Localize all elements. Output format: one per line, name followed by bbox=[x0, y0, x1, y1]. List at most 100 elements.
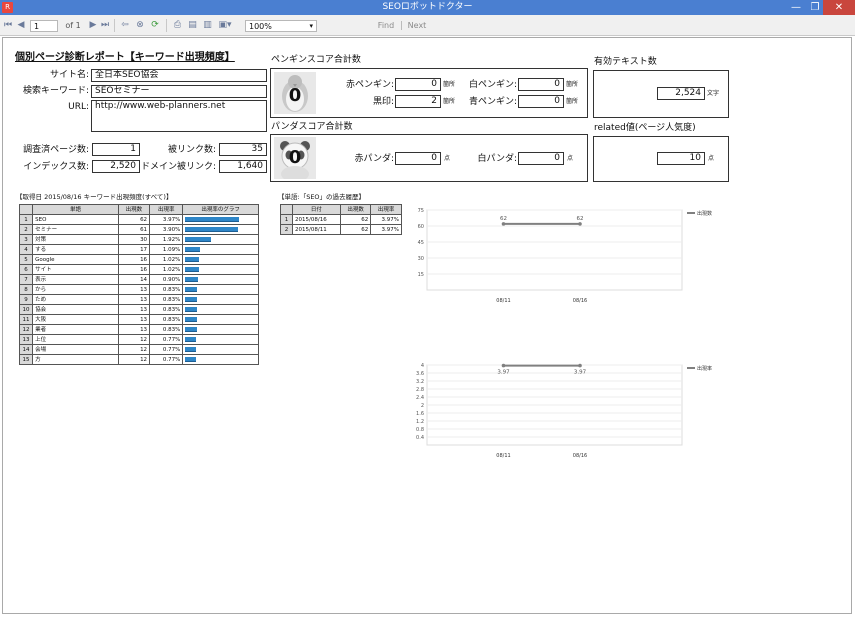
white-penguin-unit: 箇所 bbox=[566, 81, 579, 88]
rate-cell: 3.90% bbox=[149, 224, 184, 235]
red-penguin-label: 赤ペンギン: bbox=[345, 80, 394, 90]
count-cell: 13 bbox=[117, 304, 151, 315]
table-row: 14 会場 12 0.77% bbox=[18, 344, 259, 355]
stop-icon[interactable]: ⊗ bbox=[135, 19, 145, 32]
count-cell: 17 bbox=[117, 244, 151, 255]
next-page-icon[interactable]: ▶ bbox=[88, 19, 98, 32]
rate-bar bbox=[185, 257, 200, 262]
table-row: 8 から 13 0.83% bbox=[18, 284, 259, 295]
refresh-icon[interactable]: ⟳ bbox=[150, 19, 160, 32]
rate-cell: 1.02% bbox=[149, 254, 184, 265]
rate-cell: 0.83% bbox=[149, 294, 184, 305]
table-row: 9 ため 13 0.83% bbox=[18, 294, 259, 305]
data-point bbox=[501, 363, 506, 368]
last-page-icon[interactable]: ⏭ bbox=[100, 19, 110, 32]
rate-cell: 0.83% bbox=[149, 304, 184, 315]
row-index: 13 bbox=[18, 334, 34, 345]
blue-penguin-field: 0 bbox=[518, 95, 564, 108]
blue-penguin-unit: 箇所 bbox=[566, 98, 579, 105]
print-layout-icon[interactable]: ▤ bbox=[187, 19, 198, 32]
frequency-table: 単語 出現数 出現率 出現率のグラフ 1 SEO 62 3.97% 2 セミナー 61 3.9… bbox=[18, 204, 259, 365]
page-number-input[interactable]: 1 bbox=[30, 20, 58, 32]
y-tick-label: 1.2 bbox=[416, 419, 424, 425]
white-panda-label: 白パンダ: bbox=[477, 154, 517, 164]
rate-cell: 0.77% bbox=[149, 334, 184, 345]
data-label: 62 bbox=[577, 216, 584, 222]
rate-bar bbox=[185, 347, 196, 352]
row-index: 12 bbox=[18, 324, 34, 335]
y-tick-label: 2 bbox=[421, 403, 424, 409]
count-cell: 16 bbox=[117, 254, 151, 265]
site-name-label: サイト名: bbox=[49, 70, 89, 80]
count-cell: 13 bbox=[117, 314, 151, 325]
panda-score-title: パンダスコア合計数 bbox=[271, 122, 353, 132]
indexed-field: 2,520 bbox=[92, 160, 140, 173]
white-penguin-field: 0 bbox=[518, 78, 564, 91]
rate-bar bbox=[185, 217, 240, 222]
rate-cell: 1.92% bbox=[149, 234, 184, 245]
blue-penguin-label: 青ペンギン: bbox=[468, 97, 517, 107]
row-index: 1 bbox=[18, 214, 34, 225]
rate-cell: 3.97% bbox=[149, 214, 184, 225]
white-penguin-label: 白ペンギン: bbox=[468, 80, 517, 90]
col-count: 出現数 bbox=[339, 204, 372, 215]
url-field: http://www.web-planners.net bbox=[91, 100, 267, 132]
close-button[interactable]: ✕ bbox=[823, 0, 855, 15]
row-index: 7 bbox=[18, 274, 34, 285]
rate-graph-cell bbox=[182, 354, 259, 365]
first-page-icon[interactable]: ⏮ bbox=[3, 19, 13, 32]
rate-cell: 1.02% bbox=[149, 264, 184, 275]
export-icon[interactable]: ▣▾ bbox=[217, 19, 233, 32]
rate-graph-cell bbox=[182, 264, 259, 275]
data-point bbox=[578, 222, 582, 226]
row-index: 9 bbox=[18, 294, 34, 305]
rate-bar bbox=[185, 327, 197, 332]
table-row: 15 方 12 0.77% bbox=[18, 354, 259, 365]
page-setup-icon[interactable]: ▥ bbox=[202, 19, 213, 32]
valid-text-title: 有効テキスト数 bbox=[594, 57, 657, 67]
col-rate: 出現率 bbox=[149, 204, 184, 215]
word-cell: Google bbox=[32, 254, 119, 265]
minimize-button[interactable]: — bbox=[785, 0, 807, 15]
black-mark-field: 2 bbox=[395, 95, 441, 108]
rate-graph-cell bbox=[182, 324, 259, 335]
back-icon[interactable]: ⇦ bbox=[120, 19, 130, 32]
word-cell: 対策 bbox=[32, 234, 119, 245]
word-cell: 会場 bbox=[32, 344, 119, 355]
col-rate: 出現率 bbox=[370, 204, 402, 215]
find-link[interactable]: Find bbox=[374, 15, 398, 36]
frequency-table-title: 【取得日 2015/08/16 キーワード出現頻度(すべて)】 bbox=[16, 193, 173, 201]
page-count: of 1 bbox=[65, 21, 81, 30]
url-label: URL: bbox=[68, 102, 89, 112]
y-tick-label: 45 bbox=[418, 240, 424, 246]
data-label: 3.97 bbox=[497, 370, 510, 376]
prev-page-icon[interactable]: ◀ bbox=[16, 19, 26, 32]
domain-backlinks-field: 1,640 bbox=[219, 160, 267, 173]
rate-bar bbox=[185, 287, 197, 292]
word-cell: 上位 bbox=[32, 334, 119, 345]
table-row: 10 協会 13 0.83% bbox=[18, 304, 259, 315]
y-tick-label: 0.4 bbox=[416, 435, 424, 441]
x-tick-label: 08/11 bbox=[496, 298, 510, 304]
rate-cell: 0.77% bbox=[149, 354, 184, 365]
next-link[interactable]: Next bbox=[405, 15, 429, 36]
word-cell: 大阪 bbox=[32, 314, 119, 325]
rate-cell: 0.83% bbox=[149, 314, 184, 325]
rate-cell: 0.83% bbox=[149, 324, 184, 335]
maximize-button[interactable]: ❐ bbox=[807, 0, 823, 15]
rate-bar bbox=[185, 337, 196, 342]
domain-backlinks-label: ドメイン被リンク: bbox=[140, 162, 216, 172]
backlinks-field: 35 bbox=[219, 143, 267, 156]
rate-cell: 0.90% bbox=[149, 274, 184, 285]
red-panda-label: 赤パンダ: bbox=[354, 154, 394, 164]
zoom-select[interactable]: 100% ▾ bbox=[245, 20, 317, 32]
word-cell: から bbox=[32, 284, 119, 295]
rate-bar bbox=[185, 237, 212, 242]
y-tick-label: 2.4 bbox=[416, 395, 424, 401]
rate-history-chart: 4 3.6 3.2 2.8 2.4 2 1.6 1.2 0.8 0.4 08/11 08/16 3.97… bbox=[416, 363, 712, 459]
print-icon[interactable]: ⎙ bbox=[172, 19, 183, 32]
red-panda-field: 0 bbox=[395, 152, 441, 165]
count-cell: 12 bbox=[117, 334, 151, 345]
data-label: 3.97 bbox=[574, 370, 587, 376]
col-rate-graph: 出現率のグラフ bbox=[182, 204, 259, 215]
